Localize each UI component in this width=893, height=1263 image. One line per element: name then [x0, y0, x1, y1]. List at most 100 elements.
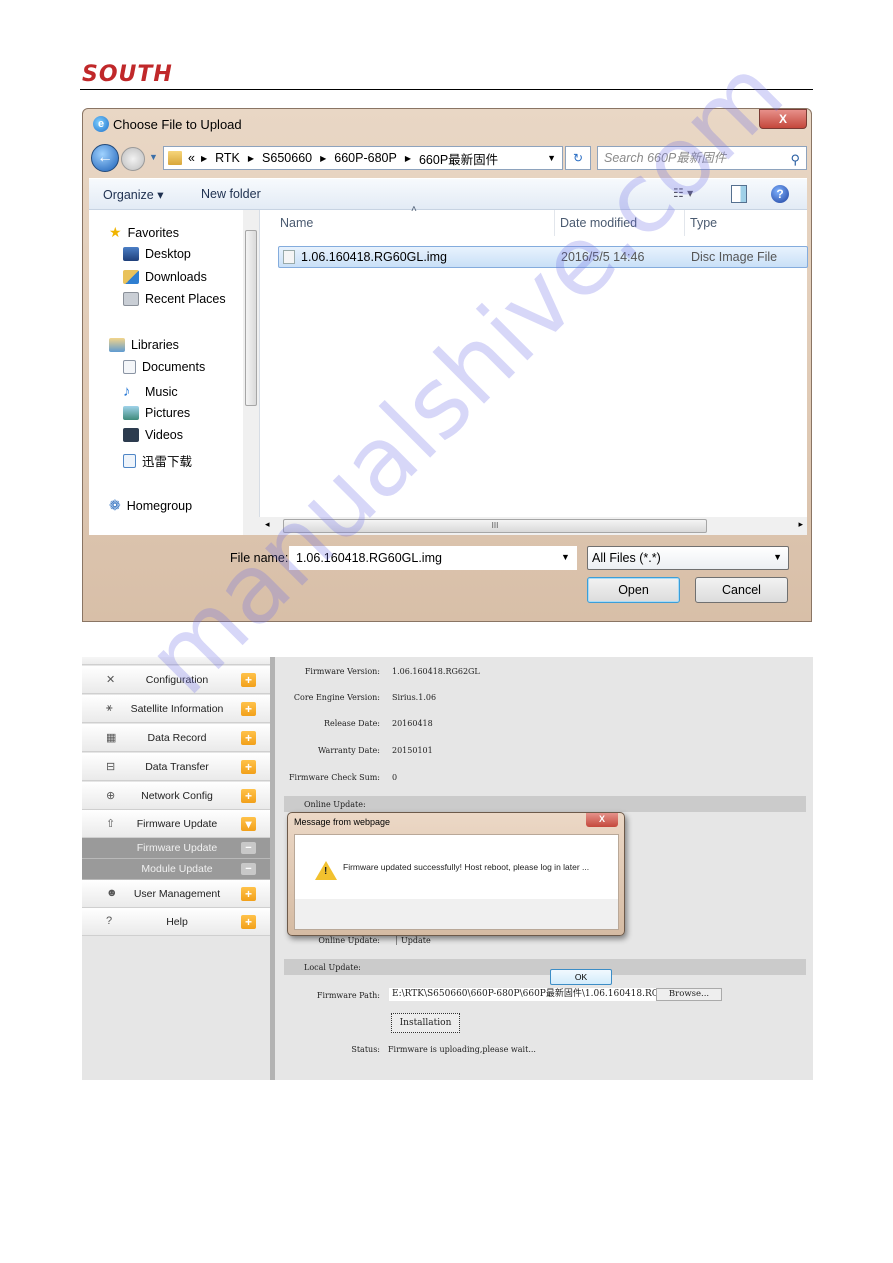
- recent-places-icon: [123, 292, 139, 306]
- back-button[interactable]: ←: [91, 144, 119, 172]
- sidebar-item-data-record[interactable]: ▦ Data Record +: [82, 724, 270, 752]
- info-key: Warranty Date:: [318, 746, 380, 755]
- nav-desktop[interactable]: Desktop: [123, 247, 191, 261]
- update-button[interactable]: Update: [396, 936, 431, 945]
- section-title: Local Update:: [304, 963, 361, 972]
- nav-libraries[interactable]: Libraries: [109, 338, 179, 352]
- sidebar-label: Firmware Update: [136, 818, 218, 830]
- open-button[interactable]: Open: [587, 577, 680, 603]
- nav-label: Videos: [145, 428, 183, 442]
- status-label: Status:: [351, 1045, 380, 1054]
- file-row[interactable]: 1.06.160418.RG60GL.img 2016/5/5 14:46 Di…: [278, 246, 808, 268]
- browse-button[interactable]: Browse...: [656, 988, 722, 1001]
- nav-pictures[interactable]: Pictures: [123, 406, 190, 420]
- expand-icon[interactable]: +: [241, 731, 256, 745]
- sidebar-label: User Management: [133, 888, 221, 900]
- message-close-button[interactable]: X: [586, 813, 618, 827]
- file-type: Disc Image File: [691, 250, 778, 264]
- cancel-button[interactable]: Cancel: [695, 577, 788, 603]
- sidebar-item-partial[interactable]: [82, 657, 270, 665]
- minus-icon: −: [241, 842, 256, 854]
- message-body: ! Firmware updated successfully! Host re…: [294, 834, 619, 985]
- nav-music[interactable]: ♪ Music: [123, 383, 178, 400]
- nav-label: Desktop: [145, 247, 191, 261]
- nav-documents[interactable]: Documents: [123, 360, 205, 374]
- expand-icon[interactable]: +: [241, 760, 256, 774]
- nav-favorites[interactable]: ★ Favorites: [109, 224, 179, 241]
- sidebar-item-user-management[interactable]: ☻ User Management +: [82, 880, 270, 908]
- forward-button[interactable]: [121, 147, 145, 171]
- warning-icon-mark: !: [324, 866, 328, 877]
- chevron-right-icon: ▶: [320, 153, 327, 163]
- sidebar-item-data-transfer[interactable]: ⊟ Data Transfer +: [82, 753, 270, 781]
- collapse-icon[interactable]: ▾: [241, 817, 256, 831]
- installation-button[interactable]: Installation: [391, 1013, 460, 1033]
- online-update-section-header: Online Update:: [284, 796, 806, 812]
- expand-icon[interactable]: +: [241, 673, 256, 687]
- views-button[interactable]: ☷ ▾: [673, 186, 693, 200]
- column-header-type[interactable]: Type: [690, 216, 717, 230]
- sidebar-item-satellite-information[interactable]: ⚹ Satellite Information +: [82, 695, 270, 723]
- scroll-right-icon[interactable]: ▸: [798, 519, 803, 530]
- search-icon[interactable]: ⚲: [790, 149, 800, 171]
- nav-downloads[interactable]: Downloads: [123, 270, 207, 284]
- nav-label: Music: [145, 384, 178, 399]
- horizontal-scrollbar[interactable]: ◂ III ▸: [259, 517, 807, 535]
- breadcrumb-current-folder[interactable]: 660P最新固件: [419, 149, 498, 168]
- breadcrumb-s650660[interactable]: S650660: [262, 151, 312, 165]
- sidebar-subitem-module-update[interactable]: Module Update −: [82, 859, 270, 880]
- column-divider[interactable]: [554, 210, 555, 236]
- scroll-left-icon[interactable]: ◂: [265, 519, 270, 530]
- chevron-right-icon: ▶: [200, 153, 208, 163]
- sidebar-label: Data Record: [147, 732, 207, 744]
- file-list: Name ˄ Date modified Type 1.06.160418.RG…: [259, 204, 808, 535]
- column-header-name[interactable]: Name: [280, 216, 313, 230]
- expand-icon[interactable]: +: [241, 789, 256, 803]
- column-divider[interactable]: [684, 210, 685, 236]
- nav-xunlei-downloads[interactable]: 迅雷下载: [123, 451, 192, 470]
- nav-label: Favorites: [127, 225, 179, 240]
- sidebar: ✕ Configuration + ⚹ Satellite Informatio…: [82, 657, 270, 1080]
- disc-image-icon: [283, 250, 295, 264]
- nav-homegroup[interactable]: ❁ Homegroup: [109, 497, 192, 514]
- refresh-button[interactable]: ↻: [565, 146, 591, 170]
- info-key: Firmware Version:: [304, 667, 380, 676]
- nav-recent-places[interactable]: Recent Places: [123, 292, 226, 306]
- chevron-right-icon: ▶: [404, 153, 411, 163]
- address-dropdown-icon[interactable]: ▼: [547, 153, 556, 163]
- breadcrumb-overflow[interactable]: «: [188, 151, 195, 165]
- sidebar-subitem-firmware-update[interactable]: Firmware Update −: [82, 838, 270, 859]
- info-key: Firmware Check Sum:: [288, 773, 380, 782]
- status-value: Firmware is uploading,please wait...: [388, 1045, 536, 1054]
- ok-button[interactable]: OK: [550, 969, 612, 985]
- sidebar-item-network-config[interactable]: ⊕ Network Config +: [82, 782, 270, 810]
- search-input[interactable]: Search 660P最新固件 ⚲: [597, 146, 807, 170]
- address-bar[interactable]: « ▶ RTK ▶ S650660 ▶ 660P-680P ▶ 660P最新固件…: [163, 146, 563, 170]
- organize-button[interactable]: Organize ▾: [103, 187, 163, 202]
- breadcrumb-rtk[interactable]: RTK: [215, 151, 240, 165]
- sidebar-item-help[interactable]: ? Help +: [82, 908, 270, 936]
- expand-icon[interactable]: +: [241, 887, 256, 901]
- info-value: 0: [392, 773, 398, 782]
- close-button[interactable]: X: [759, 109, 807, 129]
- info-value: Sirius.1.06: [392, 693, 437, 702]
- breadcrumb-660p-680p[interactable]: 660P-680P: [334, 151, 397, 165]
- firmware-path-input[interactable]: E:\RTK\S650660\660P-680P\660P最新固件\1.06.1…: [389, 988, 657, 1001]
- header-rule: [80, 89, 813, 90]
- h-scroll-thumb[interactable]: III: [283, 519, 707, 533]
- expand-icon[interactable]: +: [241, 702, 256, 716]
- file-name-input[interactable]: 1.06.160418.RG60GL.img: [289, 546, 577, 570]
- nav-scroll-thumb[interactable]: [245, 230, 257, 406]
- file-type-select[interactable]: All Files (*.*) ▼: [587, 546, 789, 570]
- expand-icon[interactable]: +: [241, 915, 256, 929]
- preview-pane-icon[interactable]: [731, 185, 747, 203]
- new-folder-button[interactable]: New folder: [201, 187, 261, 201]
- column-header-date-modified[interactable]: Date modified: [560, 216, 637, 230]
- file-name-dropdown-icon[interactable]: ▼: [561, 552, 570, 562]
- nav-scrollbar[interactable]: [243, 210, 259, 535]
- help-icon[interactable]: ?: [771, 185, 789, 203]
- sidebar-item-firmware-update[interactable]: ⇧ Firmware Update ▾: [82, 810, 270, 838]
- sidebar-item-configuration[interactable]: ✕ Configuration +: [82, 666, 270, 694]
- nav-videos[interactable]: Videos: [123, 428, 183, 442]
- recent-pages-dropdown[interactable]: ▼: [149, 152, 158, 162]
